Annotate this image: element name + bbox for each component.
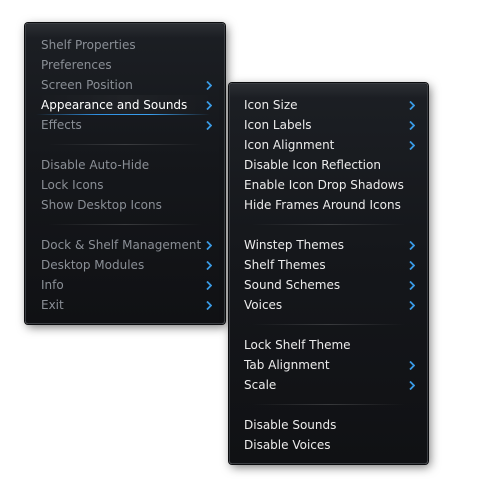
chevron-right-icon [205,235,213,255]
menu-item-disable-voices[interactable]: Disable Voices [230,435,427,455]
menu-item-label: Scale [244,378,277,392]
menu-item-label: Exit [41,298,64,312]
menu-item-enable-icon-drop-shadows[interactable]: Enable Icon Drop Shadows [230,175,427,195]
menu-item-sound-schemes[interactable]: Sound Schemes [230,275,427,295]
appearance-and-sounds-submenu: Icon Size Icon Labels Icon Alignment Dis… [229,83,428,464]
menu-item-icon-alignment[interactable]: Icon Alignment [230,135,427,155]
menu-item-label: Disable Auto-Hide [41,158,150,172]
chevron-right-icon [408,255,416,275]
menu-item-info[interactable]: Info [26,275,224,295]
menu-separator [252,324,405,325]
menu-item-exit[interactable]: Exit [26,295,224,315]
menu-item-screen-position[interactable]: Screen Position [26,75,224,95]
menu-item-label: Disable Voices [244,438,331,452]
menu-item-disable-icon-reflection[interactable]: Disable Icon Reflection [230,155,427,175]
menu-item-label: Appearance and Sounds [41,98,188,112]
menu-item-label: Show Desktop Icons [41,198,162,212]
menu-item-show-desktop-icons[interactable]: Show Desktop Icons [26,195,224,215]
menu-item-label: Shelf Properties [41,38,136,52]
menu-item-shelf-themes[interactable]: Shelf Themes [230,255,427,275]
chevron-right-icon [408,295,416,315]
menu-item-label: Desktop Modules [41,258,145,272]
chevron-right-icon [205,255,213,275]
menu-separator [252,404,405,405]
menu-item-preferences[interactable]: Preferences [26,55,224,75]
menu-item-shelf-properties[interactable]: Shelf Properties [26,35,224,55]
menu-item-label: Screen Position [41,78,133,92]
menu-item-hide-frames-around-icons[interactable]: Hide Frames Around Icons [230,195,427,215]
menu-item-label: Hide Frames Around Icons [244,198,401,212]
menu-item-icon-size[interactable]: Icon Size [230,95,427,115]
menu-item-label: Dock & Shelf Management [41,238,202,252]
menu-item-label: Effects [41,118,82,132]
menu-separator [48,224,202,225]
menu-item-label: Info [41,278,64,292]
chevron-right-icon [408,235,416,255]
menu-item-label: Sound Schemes [244,278,341,292]
menu-item-icon-labels[interactable]: Icon Labels [230,115,427,135]
chevron-right-icon [205,275,213,295]
menu-item-tab-alignment[interactable]: Tab Alignment [230,355,427,375]
menu-item-lock-icons[interactable]: Lock Icons [26,175,224,195]
menu-item-label: Lock Shelf Theme [244,338,351,352]
chevron-right-icon [408,355,416,375]
chevron-right-icon [205,95,213,115]
menu-item-voices[interactable]: Voices [230,295,427,315]
menu-item-label: Preferences [41,58,112,72]
menu-item-label: Icon Size [244,98,298,112]
menu-separator [48,144,202,145]
chevron-right-icon [408,275,416,295]
chevron-right-icon [408,95,416,115]
chevron-right-icon [408,135,416,155]
menu-item-lock-shelf-theme[interactable]: Lock Shelf Theme [230,335,427,355]
menu-item-appearance-and-sounds[interactable]: Appearance and Sounds [26,95,224,115]
chevron-right-icon [408,115,416,135]
menu-item-label: Disable Sounds [244,418,337,432]
menu-item-desktop-modules[interactable]: Desktop Modules [26,255,224,275]
menu-item-disable-auto-hide[interactable]: Disable Auto-Hide [26,155,224,175]
menu-item-winstep-themes[interactable]: Winstep Themes [230,235,427,255]
menu-separator [252,224,405,225]
menu-item-disable-sounds[interactable]: Disable Sounds [230,415,427,435]
menu-item-label: Enable Icon Drop Shadows [244,178,404,192]
menu-item-label: Voices [244,298,283,312]
menu-item-effects[interactable]: Effects [26,115,224,135]
shelf-context-menu: Shelf Properties Preferences Screen Posi… [25,23,225,324]
chevron-right-icon [205,75,213,95]
menu-item-label: Icon Alignment [244,138,335,152]
menu-item-label: Tab Alignment [244,358,330,372]
chevron-right-icon [408,375,416,395]
menu-item-scale[interactable]: Scale [230,375,427,395]
menu-item-dock-shelf-management[interactable]: Dock & Shelf Management [26,235,224,255]
menu-item-label: Icon Labels [244,118,312,132]
menu-item-label: Disable Icon Reflection [244,158,381,172]
menu-item-label: Lock Icons [41,178,104,192]
chevron-right-icon [205,115,213,135]
menu-item-label: Winstep Themes [244,238,344,252]
menu-item-label: Shelf Themes [244,258,326,272]
chevron-right-icon [205,295,213,315]
